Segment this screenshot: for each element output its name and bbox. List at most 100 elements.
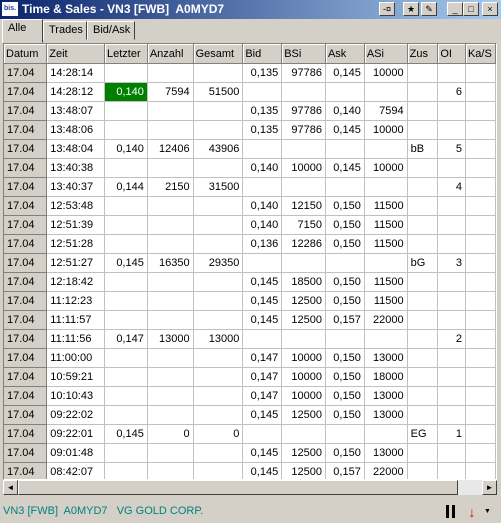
scroll-left-button[interactable]: ◄: [3, 480, 18, 495]
column-header-bsi[interactable]: BSi: [281, 44, 326, 64]
cell-letzter: [104, 443, 148, 463]
cell-asi: 13000: [364, 405, 408, 425]
cell-letzter: [104, 196, 148, 216]
cell-letzter: [104, 120, 148, 140]
cell-ka-s: [465, 215, 496, 235]
cell-zus: [407, 101, 439, 121]
column-header-anzahl[interactable]: Anzahl: [147, 44, 194, 64]
table-row[interactable]: 17.04 11:00:00 0,147 10000 0,150 13000: [4, 348, 496, 368]
cell-zus: [407, 234, 439, 254]
cell-ka-s: [465, 120, 496, 140]
cell-letzter: 0,145: [104, 424, 148, 444]
cell-letzter: [104, 348, 148, 368]
star-icon[interactable]: ★: [403, 2, 419, 16]
cell-oi: 4: [437, 177, 466, 197]
table-row[interactable]: 17.04 08:42:07 0,145 12500 0,157 22000: [4, 462, 496, 479]
cell-ka-s: [465, 253, 496, 273]
cell-letzter: [104, 405, 148, 425]
cell-ka-s: [465, 158, 496, 178]
cell-oi: [437, 272, 466, 292]
cell-anzahl: [147, 272, 194, 292]
cell-zeit: 14:28:12: [46, 82, 105, 102]
cell-ka-s: [465, 310, 496, 330]
cell-gesamt: [193, 63, 244, 83]
tab-alle[interactable]: Alle: [2, 19, 43, 43]
cell-gesamt: [193, 234, 244, 254]
cell-datum: 17.04: [4, 234, 48, 254]
cell-letzter: [104, 158, 148, 178]
close-button[interactable]: ×: [482, 2, 498, 16]
column-header-zus[interactable]: Zus: [407, 44, 439, 64]
table-row[interactable]: 17.04 12:51:28 0,136 12286 0,150 11500: [4, 234, 496, 254]
cell-bsi: 12150: [281, 196, 326, 216]
table-row[interactable]: 17.04 11:11:56 0,147 13000 13000 2: [4, 329, 496, 349]
table-row[interactable]: 17.04 14:28:12 0,140 7594 51500 6: [4, 82, 496, 102]
column-header-asi[interactable]: ASi: [364, 44, 408, 64]
tab-trades[interactable]: Trades: [43, 21, 87, 40]
dropdown-icon[interactable]: ▼: [484, 508, 491, 515]
cell-anzahl: [147, 215, 194, 235]
table-row[interactable]: 17.04 09:22:01 0,145 0 0 EG 1: [4, 424, 496, 444]
column-header-ka-s[interactable]: Ka/S: [465, 44, 496, 64]
table-row[interactable]: 17.04 10:10:43 0,147 10000 0,150 13000: [4, 386, 496, 406]
table-row[interactable]: 17.04 12:18:42 0,145 18500 0,150 11500: [4, 272, 496, 292]
cell-datum: 17.04: [4, 367, 48, 387]
table-row[interactable]: 17.04 11:12:23 0,145 12500 0,150 11500: [4, 291, 496, 311]
cell-bsi: 12500: [281, 310, 326, 330]
minimize-button[interactable]: _: [447, 2, 463, 16]
cell-asi: [364, 177, 408, 197]
column-header-zeit[interactable]: Zeit: [46, 44, 105, 64]
cell-anzahl: [147, 443, 194, 463]
scroll-right-button[interactable]: ►: [482, 480, 497, 495]
table-row[interactable]: 17.04 10:59:21 0,147 10000 0,150 18000: [4, 367, 496, 387]
scroll-thumb[interactable]: [18, 480, 458, 495]
maximize-button[interactable]: □: [463, 2, 479, 16]
cell-asi: [364, 253, 408, 273]
cell-ka-s: [465, 101, 496, 121]
table-row[interactable]: 17.04 13:40:38 0,140 10000 0,145 10000: [4, 158, 496, 178]
cell-ka-s: [465, 367, 496, 387]
cell-asi: 10000: [364, 158, 408, 178]
table-row[interactable]: 17.04 13:48:04 0,140 12406 43906 bB 5: [4, 139, 496, 159]
table-row[interactable]: 17.04 09:01:48 0,145 12500 0,150 13000: [4, 443, 496, 463]
column-header-oi[interactable]: OI: [437, 44, 466, 64]
table-row[interactable]: 17.04 12:51:39 0,140 7150 0,150 11500: [4, 215, 496, 235]
cell-asi: 22000: [364, 462, 408, 479]
pause-icon[interactable]: [444, 504, 458, 520]
cell-letzter: 0,145: [104, 253, 148, 273]
cell-ask: 0,145: [325, 63, 365, 83]
cell-oi: 5: [437, 139, 466, 159]
cell-zeit: 09:01:48: [46, 443, 105, 463]
time-and-sales-grid[interactable]: Datum Zeit Letzter Anzahl Gesamt Bid BSi…: [3, 43, 497, 480]
edit-icon[interactable]: ✎: [421, 2, 437, 16]
cell-gesamt: [193, 272, 244, 292]
cell-anzahl: [147, 63, 194, 83]
column-header-ask[interactable]: Ask: [325, 44, 365, 64]
table-row[interactable]: 17.04 12:53:48 0,140 12150 0,150 11500: [4, 196, 496, 216]
cell-ka-s: [465, 63, 496, 83]
table-row[interactable]: 17.04 14:28:14 0,135 97786 0,145 10000: [4, 63, 496, 83]
down-arrow-icon[interactable]: ↓: [466, 504, 478, 520]
column-header-gesamt[interactable]: Gesamt: [193, 44, 244, 64]
cell-anzahl: [147, 196, 194, 216]
column-header-bid[interactable]: Bid: [242, 44, 283, 64]
table-row[interactable]: 17.04 13:48:06 0,135 97786 0,145 10000: [4, 120, 496, 140]
table-row[interactable]: 17.04 11:11:57 0,145 12500 0,157 22000: [4, 310, 496, 330]
column-header-datum[interactable]: Datum: [4, 44, 48, 64]
table-row[interactable]: 17.04 13:48:07 0,135 97786 0,140 7594: [4, 101, 496, 121]
cell-asi: 13000: [364, 443, 408, 463]
cell-ask: [325, 139, 365, 159]
cell-bsi: [281, 253, 326, 273]
table-row[interactable]: 17.04 13:40:37 0,144 2150 31500 4: [4, 177, 496, 197]
cell-zeit: 13:48:07: [46, 101, 105, 121]
cell-ask: [325, 82, 365, 102]
cell-bid: 0,145: [242, 310, 283, 330]
cell-letzter: [104, 272, 148, 292]
table-row[interactable]: 17.04 09:22:02 0,145 12500 0,150 13000: [4, 405, 496, 425]
column-header-letzter[interactable]: Letzter: [104, 44, 148, 64]
pin-icon[interactable]: -¤: [379, 2, 395, 16]
table-row[interactable]: 17.04 12:51:27 0,145 16350 29350 bG 3: [4, 253, 496, 273]
horizontal-scrollbar[interactable]: ◄ ►: [3, 480, 497, 495]
cell-bsi: [281, 177, 326, 197]
tab-bid-ask[interactable]: Bid/Ask: [87, 21, 135, 40]
